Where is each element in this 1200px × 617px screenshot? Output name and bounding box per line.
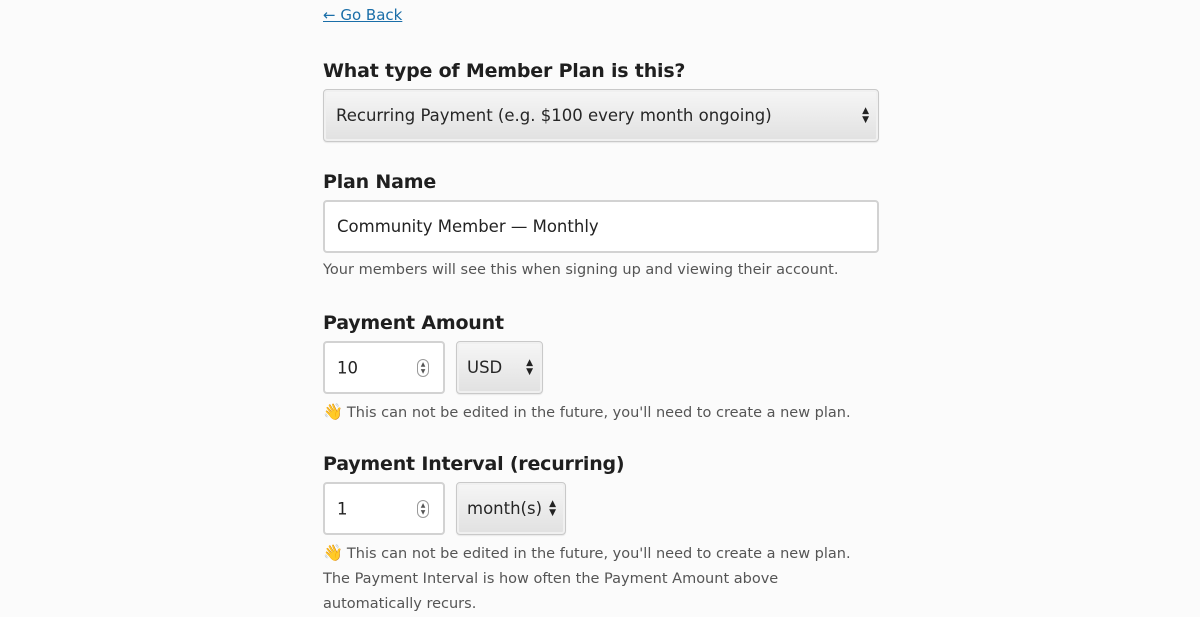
waving-hand-icon: 👋 (323, 543, 343, 562)
payment-interval-input[interactable]: 1 ▲ ▼ (323, 482, 445, 535)
payment-amount-help-text: This can not be edited in the future, yo… (346, 405, 851, 421)
number-spinner-icon[interactable]: ▲ ▼ (417, 499, 429, 518)
payment-interval-label: Payment Interval (recurring) (323, 453, 625, 475)
payment-interval-help: 👋 This can not be edited in the future, y… (323, 540, 868, 617)
payment-amount-help: 👋 This can not be edited in the future, y… (323, 399, 883, 426)
currency-select[interactable]: USD ▲ ▼ (456, 341, 543, 394)
plan-name-input[interactable] (323, 200, 879, 253)
plan-type-select[interactable]: Recurring Payment (e.g. $100 every month… (323, 89, 879, 142)
updown-arrows-icon: ▲ ▼ (549, 498, 556, 518)
interval-unit-selected-value: month(s) (467, 499, 543, 518)
plan-type-selected-value: Recurring Payment (e.g. $100 every month… (336, 106, 772, 125)
interval-unit-select[interactable]: month(s) ▲ ▼ (456, 482, 566, 535)
payment-amount-value: 10 (337, 358, 358, 377)
go-back-link[interactable]: ← Go Back (323, 6, 402, 24)
payment-interval-help-text: This can not be edited in the future, yo… (323, 546, 851, 612)
plan-name-help: Your members will see this when signing … (323, 262, 839, 278)
payment-interval-value: 1 (337, 499, 348, 518)
updown-arrows-icon: ▲ ▼ (526, 357, 533, 377)
updown-arrows-icon: ▲ ▼ (862, 105, 869, 125)
plan-name-label: Plan Name (323, 171, 437, 193)
number-spinner-icon[interactable]: ▲ ▼ (417, 358, 429, 377)
payment-amount-label: Payment Amount (323, 312, 504, 334)
waving-hand-icon: 👋 (323, 402, 343, 421)
plan-type-label: What type of Member Plan is this? (323, 60, 686, 82)
currency-selected-value: USD (467, 358, 503, 377)
payment-amount-input[interactable]: 10 ▲ ▼ (323, 341, 445, 394)
